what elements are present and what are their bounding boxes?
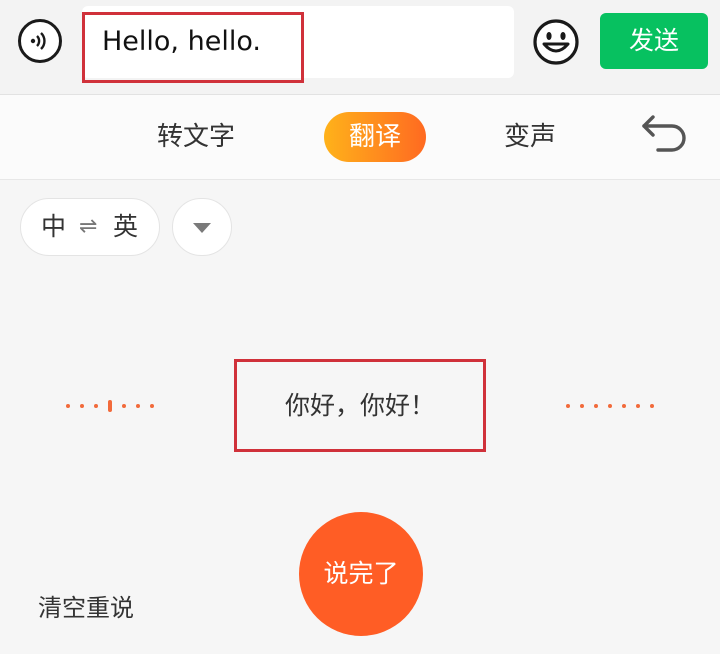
swap-icon: ⇌ [79, 214, 98, 239]
send-button[interactable]: 发送 [600, 13, 708, 69]
target-language: 英 [113, 212, 139, 241]
voice-icon [30, 32, 46, 50]
tab-translate[interactable]: 翻译 [324, 112, 426, 162]
language-pair-selector[interactable]: 中 ⇌ 英 [20, 198, 160, 256]
source-language: 中 [41, 212, 67, 241]
emoji-button[interactable] [532, 18, 580, 66]
language-dropdown-button[interactable] [172, 198, 232, 256]
smiley-icon [533, 19, 579, 65]
audio-level-left [66, 396, 166, 416]
result-highlight-box [234, 359, 486, 452]
input-highlight-box [82, 12, 304, 83]
chevron-down-icon [193, 223, 211, 233]
finish-speaking-button[interactable]: 说完了 [299, 512, 423, 636]
tab-to-text[interactable]: 转文字 [157, 117, 235, 157]
audio-level-right [566, 396, 666, 416]
tab-voice-change[interactable]: 变声 [504, 117, 556, 157]
clear-and-retry-button[interactable]: 清空重说 [38, 592, 134, 624]
back-button[interactable] [638, 114, 688, 154]
voice-input-button[interactable] [18, 19, 62, 63]
undo-arrow-icon [642, 115, 686, 152]
